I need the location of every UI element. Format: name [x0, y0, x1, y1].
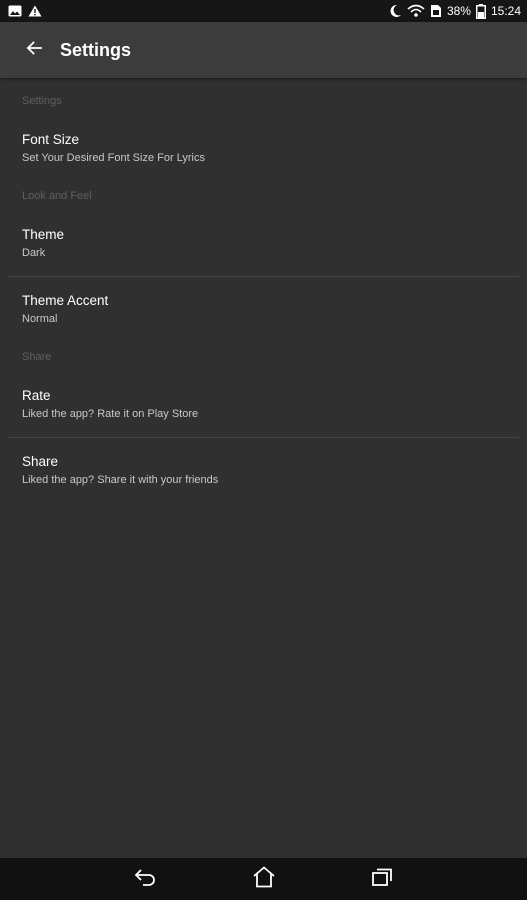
status-bar-right: 38% 15:24 [388, 0, 527, 22]
pref-summary: Liked the app? Share it with your friend… [22, 474, 219, 486]
page-title: Settings [60, 39, 132, 60]
section-header-share: Share [22, 351, 52, 363]
sim-icon [430, 4, 442, 18]
pref-summary: Liked the app? Rate it on Play Store [22, 408, 199, 420]
status-bar: 38% 15:24 [0, 0, 527, 22]
nav-recents-button[interactable] [368, 865, 396, 893]
pref-summary: Set Your Desired Font Size For Lyrics [22, 152, 206, 164]
warning-icon [28, 5, 42, 17]
clock: 15:24 [490, 4, 521, 18]
pref-theme-accent[interactable]: Theme Accent Normal [0, 277, 527, 342]
status-bar-left [0, 0, 42, 22]
gallery-icon [8, 5, 22, 17]
arrow-back-icon [26, 40, 42, 61]
moon-icon [388, 4, 402, 18]
back-icon [134, 867, 158, 892]
pref-title: Theme Accent [22, 293, 109, 308]
recents-icon [370, 867, 394, 892]
pref-font-size[interactable]: Font Size Set Your Desired Font Size For… [0, 116, 527, 181]
section-header-look-and-feel: Look and Feel [22, 190, 92, 202]
nav-home-button[interactable] [250, 865, 278, 893]
pref-title: Rate [22, 388, 51, 403]
navigation-bar [0, 858, 527, 900]
settings-list: Settings Font Size Set Your Desired Font… [0, 78, 527, 503]
battery-percent: 38% [446, 4, 471, 18]
wifi-icon [407, 4, 425, 18]
pref-title: Share [22, 454, 59, 469]
pref-title: Font Size [22, 132, 80, 147]
back-button[interactable] [22, 38, 46, 62]
app-bar: Settings [0, 22, 527, 78]
section-header-settings: Settings [22, 95, 62, 107]
pref-theme[interactable]: Theme Dark [0, 211, 527, 276]
pref-title: Theme [22, 227, 65, 242]
home-icon [252, 865, 276, 893]
pref-share[interactable]: Share Liked the app? Share it with your … [0, 438, 527, 503]
pref-rate[interactable]: Rate Liked the app? Rate it on Play Stor… [0, 372, 527, 437]
pref-summary: Dark [22, 247, 46, 259]
pref-summary: Normal [22, 313, 58, 325]
battery-icon [475, 3, 486, 19]
nav-back-button[interactable] [132, 865, 160, 893]
